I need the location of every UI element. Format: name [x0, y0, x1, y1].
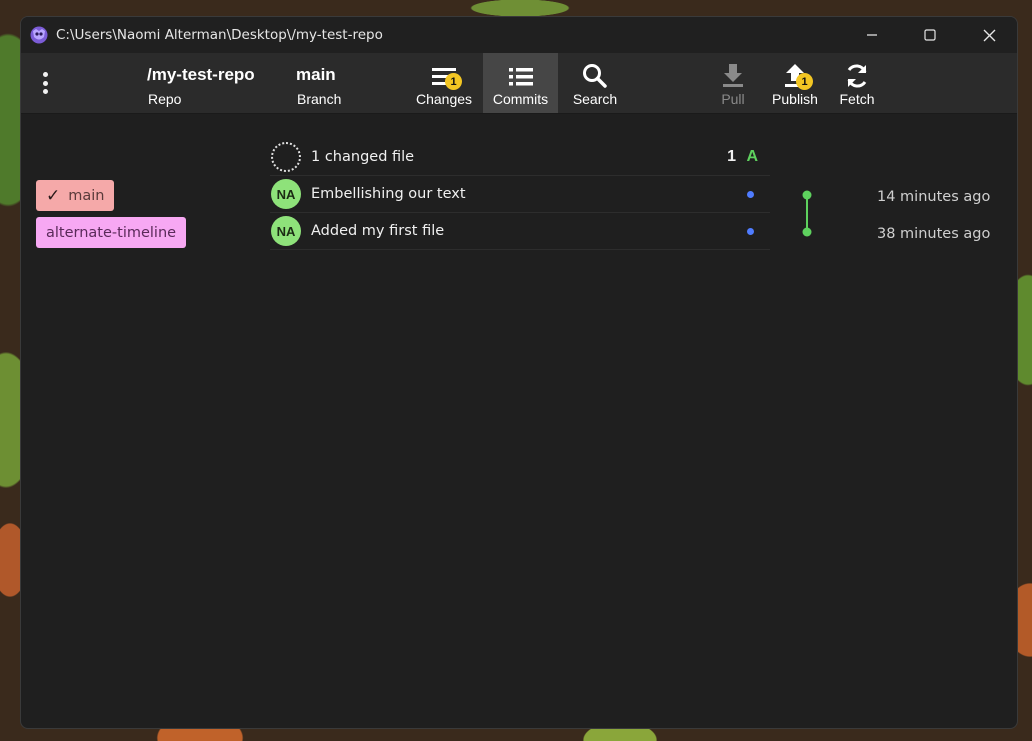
- avatar: NA: [271, 216, 301, 246]
- commit-row[interactable]: NA Added my first file: [270, 213, 770, 250]
- publish-label: Publish: [772, 91, 818, 107]
- commit-message: Embellishing our text: [311, 186, 466, 202]
- commit-message: Added my first file: [311, 223, 445, 239]
- refresh-icon: [847, 64, 867, 88]
- commit-graph: [802, 190, 812, 237]
- commits-button[interactable]: Commits: [483, 53, 558, 113]
- close-icon: [983, 29, 995, 41]
- check-icon: ✓: [46, 185, 61, 206]
- repo-label: Repo: [148, 91, 182, 107]
- publish-button[interactable]: 1 Publish: [767, 53, 823, 113]
- more-options-icon[interactable]: [38, 69, 52, 97]
- app-logo-icon: [30, 26, 48, 44]
- unpushed-indicator: [747, 228, 754, 235]
- branch-label: Branch: [297, 91, 342, 107]
- branch-name: main: [296, 65, 336, 84]
- unpushed-indicator: [747, 191, 754, 198]
- commit-node: [802, 227, 812, 237]
- repo-name: /my-test-repo: [147, 65, 255, 84]
- search-button[interactable]: Search: [565, 53, 625, 113]
- changes-button[interactable]: 1 Changes: [411, 53, 477, 113]
- minimize-button[interactable]: [843, 17, 901, 53]
- toolbar: /my-test-repo Repo main Branch 1 Changes: [21, 53, 1017, 114]
- download-icon: [723, 64, 743, 87]
- changed-count: 1: [727, 148, 736, 165]
- changed-files-row[interactable]: 1 changed file 1 A: [270, 139, 770, 176]
- branch-tag-label: alternate-timeline: [46, 224, 177, 241]
- branch-tag-main[interactable]: ✓ main: [36, 180, 115, 211]
- pull-label: Pull: [721, 91, 745, 107]
- changed-files-text: 1 changed file: [311, 149, 415, 165]
- working-copy-icon: [271, 142, 301, 172]
- commit-node: [802, 190, 812, 200]
- title-bar: C:\Users\Naomi Alterman\Desktop\/my-test…: [21, 17, 1017, 53]
- commit-row[interactable]: NA Embellishing our text: [270, 176, 770, 213]
- minimize-icon: [867, 34, 877, 36]
- commit-time: 14 minutes ago: [877, 189, 991, 205]
- app-window: C:\Users\Naomi Alterman\Desktop\/my-test…: [20, 16, 1018, 729]
- branch-tag-label: main: [68, 187, 105, 204]
- search-icon: [583, 64, 607, 88]
- branch-tag-alternate-timeline[interactable]: alternate-timeline: [36, 217, 187, 248]
- maximize-button[interactable]: [901, 17, 959, 53]
- avatar: NA: [271, 179, 301, 209]
- list-icon: [508, 68, 533, 86]
- window-title: C:\Users\Naomi Alterman\Desktop\/my-test…: [56, 27, 383, 43]
- changes-badge: 1: [445, 73, 462, 90]
- fetch-label: Fetch: [839, 91, 875, 107]
- fetch-button[interactable]: Fetch: [833, 53, 881, 113]
- added-status: A: [746, 148, 758, 165]
- maximize-icon: [924, 29, 936, 41]
- commit-time: 38 minutes ago: [877, 226, 991, 242]
- commits-label: Commits: [492, 91, 549, 107]
- pull-button[interactable]: Pull: [709, 53, 757, 113]
- changes-label: Changes: [415, 91, 473, 107]
- publish-badge: 1: [796, 73, 813, 90]
- close-button[interactable]: [960, 17, 1017, 53]
- search-label: Search: [572, 91, 618, 107]
